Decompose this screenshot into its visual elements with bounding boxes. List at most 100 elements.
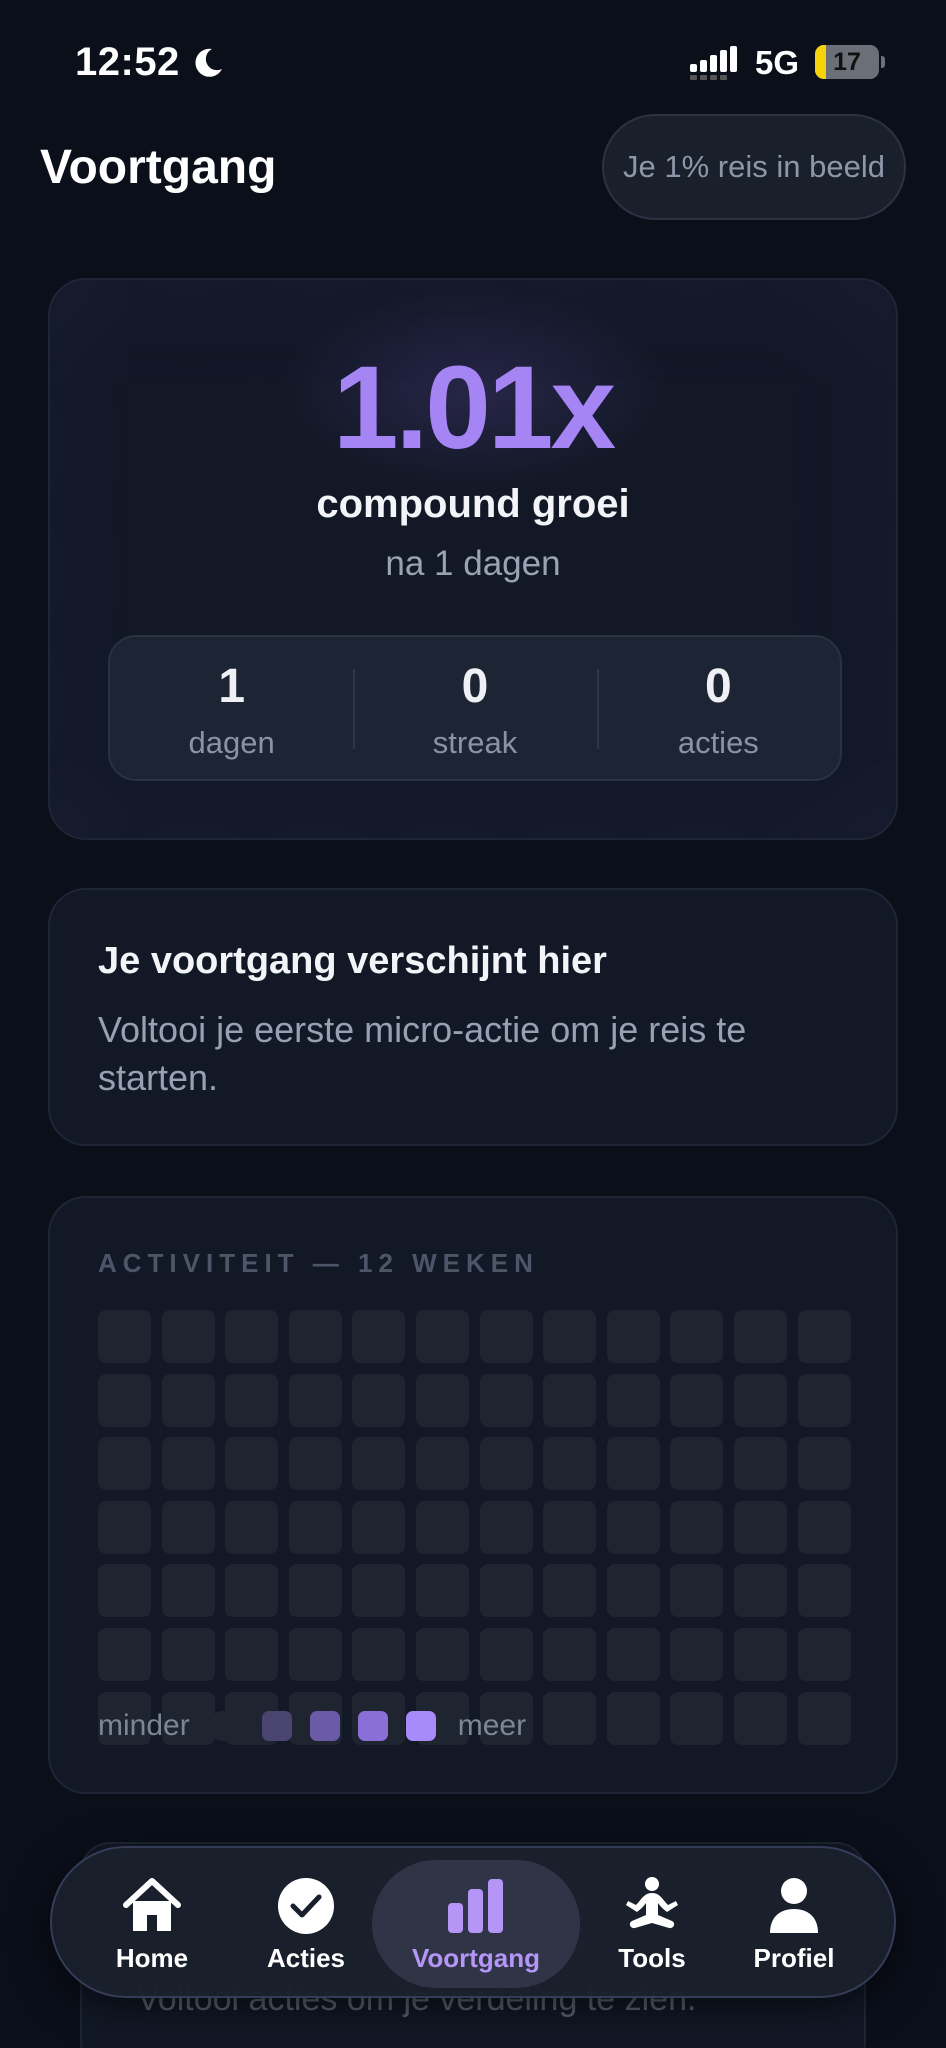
tab-label: Profiel [753, 1942, 835, 1973]
heatmap-cell [670, 1627, 724, 1681]
activity-heading: ACTIVITEIT — 12 WEKEN [98, 1248, 539, 1278]
heatmap-cell [543, 1373, 597, 1427]
legend-swatch [261, 1711, 292, 1741]
heatmap-cell [670, 1373, 724, 1427]
heatmap-cell [797, 1691, 851, 1745]
heatmap-cell [352, 1310, 406, 1363]
moon-icon [195, 48, 222, 77]
stat-value: 0 [704, 660, 732, 713]
heatmap-cell [352, 1373, 406, 1427]
tab-tools[interactable]: Tools [592, 1860, 712, 1988]
heatmap-cell [797, 1373, 851, 1427]
stats-panel: 1 dagen 0 streak 0 acties [108, 635, 842, 781]
heatmap-cell [161, 1373, 215, 1427]
check-circle-icon [278, 1877, 334, 1934]
legend-swatch [405, 1711, 436, 1741]
heatmap-cell [733, 1500, 787, 1554]
heatmap-cell [415, 1373, 469, 1427]
heatmap-cell [288, 1627, 342, 1681]
activity-heatmap [98, 1310, 851, 1745]
heatmap-cell [98, 1310, 151, 1363]
heatmap-cell [797, 1310, 851, 1363]
stat-actions: 0 acties [596, 637, 840, 779]
heatmap-cell [543, 1310, 597, 1363]
heatmap-cell [479, 1437, 533, 1491]
heatmap-cell [606, 1500, 660, 1554]
empty-state-text: Voltooi je eerste micro-actie om je reis… [98, 1009, 747, 1098]
heatmap-cell [479, 1310, 533, 1363]
heatmap-cell [733, 1310, 787, 1363]
heatmap-cell [415, 1500, 469, 1554]
battery-icon: 17 [815, 45, 879, 79]
network-label: 5G [755, 44, 800, 81]
heatmap-cell [543, 1627, 597, 1681]
journey-button[interactable]: Je 1% reis in beeld [602, 114, 906, 220]
heatmap-cell [98, 1627, 151, 1681]
heatmap-cell [797, 1500, 851, 1554]
bar-chart-icon [448, 1878, 503, 1933]
heatmap-cell [543, 1691, 597, 1745]
heatmap-cell [352, 1437, 406, 1491]
tab-bar: Home Acties Voortgang Tools Profiel [50, 1846, 896, 1998]
status-bar: 12:52 5G 17 [0, 0, 946, 120]
heatmap-cell [543, 1500, 597, 1554]
tab-acties[interactable]: Acties [246, 1860, 366, 1988]
stat-streak: 0 streak [353, 637, 596, 779]
growth-card: 1.01x compound groei na 1 dagen 1 dagen … [48, 278, 898, 840]
tab-profiel[interactable]: Profiel [734, 1860, 854, 1988]
empty-state-title: Je voortgang verschijnt hier [98, 940, 607, 982]
growth-label: compound groei [316, 482, 630, 526]
heatmap-cell [733, 1437, 787, 1491]
heatmap-cell [606, 1691, 660, 1745]
heatmap-cell [225, 1310, 279, 1363]
heatmap-cell [288, 1310, 342, 1363]
heatmap-cell [352, 1627, 406, 1681]
stat-days: 1 dagen [110, 637, 353, 779]
status-time: 12:52 [75, 40, 226, 85]
tab-home[interactable]: Home [92, 1860, 212, 1988]
growth-value: 1.01x [332, 342, 616, 474]
heatmap-cell [288, 1564, 342, 1618]
heatmap-cell [479, 1564, 533, 1618]
heatmap-cell [225, 1627, 279, 1681]
heatmap-cell [225, 1564, 279, 1618]
heatmap-cell [288, 1500, 342, 1554]
heatmap-cell [288, 1437, 342, 1491]
stat-label: streak [432, 725, 518, 760]
heatmap-cell [670, 1691, 724, 1745]
tab-voortgang[interactable]: Voortgang [372, 1860, 580, 1988]
heatmap-cell [415, 1627, 469, 1681]
heatmap-legend: minder meer [98, 1706, 526, 1746]
heatmap-cell [670, 1564, 724, 1618]
page-title: Voortgang [40, 141, 277, 194]
heatmap-cell [415, 1310, 469, 1363]
heatmap-cell [288, 1373, 342, 1427]
heatmap-cell [606, 1373, 660, 1427]
person-icon [770, 1877, 818, 1933]
heatmap-cell [98, 1437, 151, 1491]
heatmap-cell [352, 1500, 406, 1554]
heatmap-cell [479, 1627, 533, 1681]
heatmap-cell [415, 1564, 469, 1618]
home-icon [123, 1877, 181, 1931]
heatmap-cell [98, 1373, 151, 1427]
heatmap-cell [670, 1310, 724, 1363]
heatmap-cell [415, 1437, 469, 1491]
heatmap-cell [670, 1500, 724, 1554]
battery-level: 17 [833, 47, 861, 76]
stat-value: 1 [218, 660, 246, 713]
growth-subtitle: na 1 dagen [385, 544, 561, 583]
tab-label: Voortgang [411, 1942, 541, 1973]
time-text: 12:52 [75, 40, 180, 84]
heatmap-cell [98, 1564, 151, 1618]
tab-label: Tools [618, 1942, 686, 1973]
heatmap-cell [733, 1627, 787, 1681]
legend-swatch [213, 1711, 244, 1741]
heatmap-cell [225, 1373, 279, 1427]
heatmap-cell [161, 1437, 215, 1491]
battery-tip [881, 56, 885, 68]
legend-swatch [309, 1711, 340, 1741]
heatmap-cell [797, 1564, 851, 1618]
meditation-icon [626, 1876, 678, 1928]
heatmap-cell [352, 1564, 406, 1618]
